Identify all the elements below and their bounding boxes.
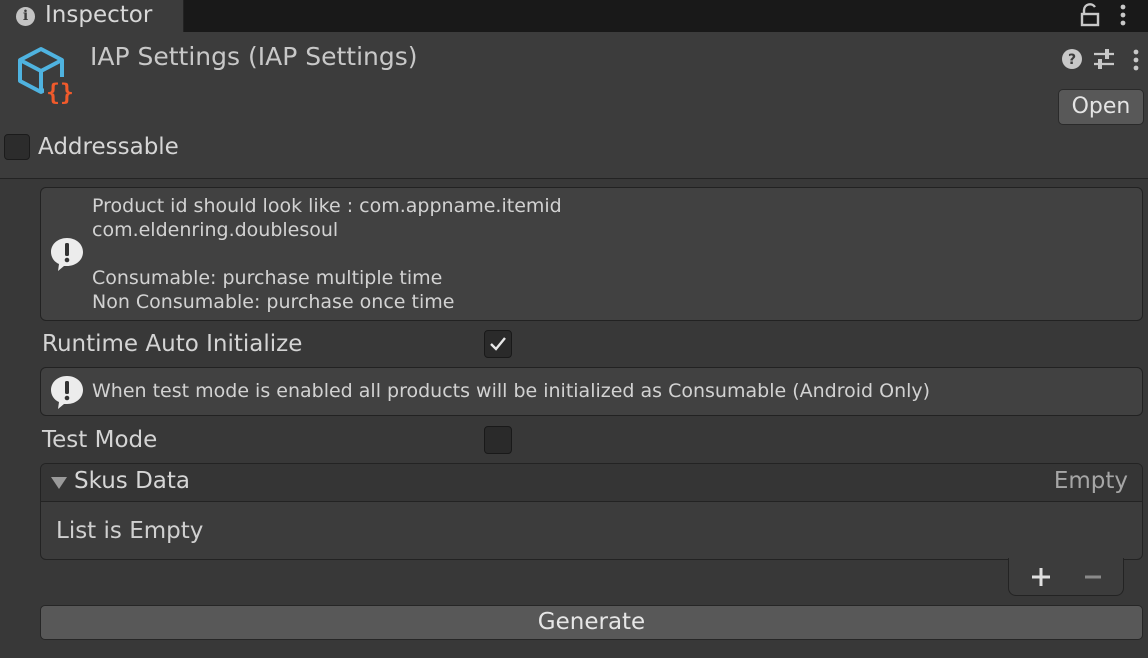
product-id-help-box: Product id should look like : com.appnam… (40, 187, 1143, 321)
inspector-header: {} IAP Settings (IAP Settings) ? Open Ad… (0, 32, 1148, 179)
scriptable-object-icon: {} (18, 47, 75, 106)
addressable-checkbox[interactable] (4, 134, 30, 160)
help-box-text: When test mode is enabled all products w… (92, 380, 931, 402)
list-empty-text: List is Empty (56, 518, 204, 544)
skus-data-list: Skus Data Empty List is Empty (40, 463, 1143, 560)
test-mode-help-box: When test mode is enabled all products w… (40, 367, 1143, 416)
asset-title: IAP Settings (IAP Settings) (90, 42, 418, 71)
presets-icon[interactable] (1092, 48, 1116, 70)
header-menu-icon[interactable] (1126, 48, 1146, 72)
test-mode-checkbox[interactable] (484, 426, 512, 454)
help-line: Product id should look like : com.appnam… (92, 195, 562, 217)
info-icon: i (16, 7, 35, 26)
tab-menu-icon[interactable] (1113, 3, 1133, 27)
checkmark-icon (490, 337, 506, 351)
lock-icon[interactable] (1079, 3, 1101, 27)
warning-bubble-icon (51, 238, 83, 271)
list-size-label: Empty (1053, 468, 1128, 494)
plus-icon[interactable] (1029, 565, 1053, 589)
runtime-auto-initialize-checkbox[interactable] (484, 330, 512, 358)
help-line: Non Consumable: purchase once time (92, 291, 455, 313)
skus-data-foldout[interactable]: Skus Data Empty (41, 464, 1142, 502)
help-line: Consumable: purchase multiple time (92, 267, 443, 289)
list-title: Skus Data (74, 468, 190, 494)
runtime-auto-initialize-label: Runtime Auto Initialize (42, 331, 303, 357)
help-line: com.eldenring.doublesoul (92, 219, 339, 241)
minus-icon[interactable] (1081, 565, 1105, 589)
svg-text:{}: {} (46, 80, 74, 106)
test-mode-label: Test Mode (42, 427, 158, 453)
addressable-label: Addressable (38, 134, 179, 160)
tab-bar: i Inspector (0, 0, 1148, 32)
help-box-text: Product id should look like : com.appnam… (92, 194, 562, 314)
help-line (92, 242, 562, 266)
generate-button[interactable]: Generate (40, 605, 1143, 640)
help-icon[interactable]: ? (1062, 49, 1082, 69)
tab-inspector[interactable]: i Inspector (0, 0, 184, 32)
tab-inspector-label: Inspector (45, 2, 153, 28)
foldout-arrow-icon[interactable] (50, 476, 68, 490)
open-button[interactable]: Open (1058, 89, 1144, 125)
svg-text:?: ? (1068, 52, 1076, 68)
list-footer (1008, 558, 1124, 596)
warning-bubble-icon (51, 376, 83, 409)
